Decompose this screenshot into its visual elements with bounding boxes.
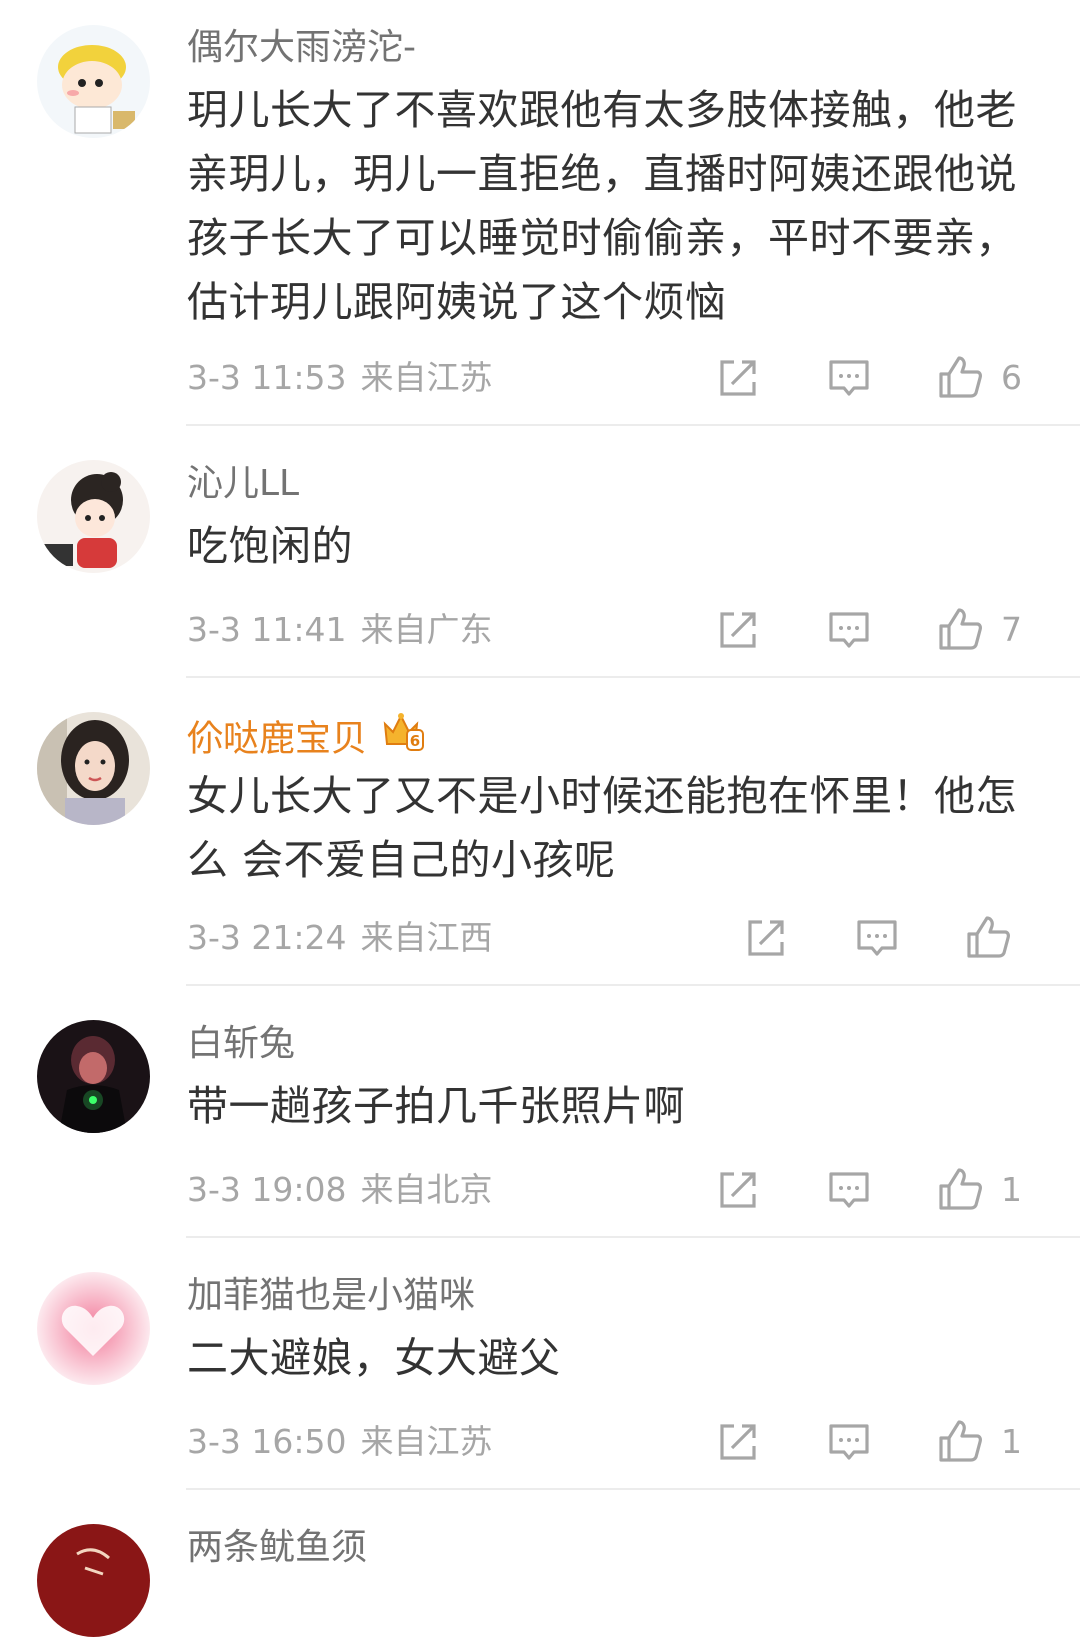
comment-location: 来自江苏 [360, 358, 493, 397]
username[interactable]: 白斩兔 [187, 1022, 295, 1066]
svg-text:6: 6 [410, 732, 420, 750]
avatar-image [37, 1272, 150, 1385]
avatar[interactable] [37, 712, 150, 825]
comment-text: 玥儿长大了不喜欢跟他有太多肢体接触，他老亲玥儿，玥儿一直拒绝，直播时阿姨还跟他说… [187, 86, 1017, 326]
comment-time: 3-3 16:50 [187, 1422, 347, 1461]
share-icon [720, 612, 756, 648]
username-text: 伱哒鹿宝贝 [187, 718, 368, 760]
share-icon [748, 920, 784, 956]
comment-location: 来自江西 [360, 918, 493, 957]
like-count: 1 [1001, 1422, 1022, 1461]
username[interactable]: 沁儿LL [187, 462, 299, 506]
comment-meta: 3-3 21:24 来自江西 [187, 918, 493, 958]
like-icon [967, 916, 1010, 958]
like-icon [939, 356, 982, 398]
avatar-image [37, 460, 150, 573]
like-button[interactable] [937, 606, 983, 652]
vip-crown-icon: 6 [381, 710, 425, 763]
share-icon [720, 1172, 756, 1208]
like-button[interactable] [937, 1166, 983, 1212]
comment-icon [857, 920, 897, 956]
comment-text: 二大避娘，女大避父 [187, 1334, 561, 1382]
comment-location: 来自江苏 [360, 1422, 493, 1461]
comment-time: 3-3 21:24 [187, 918, 347, 957]
comment-icon [829, 1172, 869, 1208]
comment-button[interactable] [827, 1168, 871, 1212]
avatar-image [37, 712, 150, 825]
comment-time: 3-3 11:53 [187, 358, 347, 397]
share-button[interactable] [716, 1420, 760, 1464]
divider [186, 984, 1080, 986]
divider [186, 424, 1080, 426]
share-icon [720, 360, 756, 396]
username[interactable]: 加菲猫也是小猫咪 [187, 1274, 475, 1318]
comment-time: 3-3 11:41 [187, 610, 347, 649]
avatar[interactable] [37, 1020, 150, 1133]
avatar[interactable] [37, 1272, 150, 1385]
comment-time: 3-3 19:08 [187, 1170, 347, 1209]
avatar-image [37, 25, 150, 138]
comment-location: 来自广东 [360, 610, 493, 649]
avatar-image [37, 1524, 150, 1637]
comment-button[interactable] [827, 356, 871, 400]
share-button[interactable] [716, 356, 760, 400]
like-button[interactable] [965, 914, 1011, 960]
avatar-image [37, 1020, 150, 1133]
comment-meta: 3-3 19:08 来自北京 [187, 1170, 493, 1210]
comment-button[interactable] [827, 1420, 871, 1464]
like-count: 7 [1001, 610, 1022, 649]
comment-text: 女儿长大了又不是小时候还能抱在怀里！他怎么 会不爱自己的小孩呢 [187, 772, 1017, 884]
comment-icon [829, 360, 869, 396]
like-count: 6 [1001, 358, 1022, 397]
like-icon [939, 1420, 982, 1462]
comment-button[interactable] [827, 608, 871, 652]
avatar[interactable] [37, 25, 150, 138]
like-icon [939, 1168, 982, 1210]
comment-icon [829, 612, 869, 648]
comment-text: 带一趟孩子拍几千张照片啊 [187, 1082, 685, 1130]
share-icon [720, 1424, 756, 1460]
like-button[interactable] [937, 354, 983, 400]
share-button[interactable] [716, 1168, 760, 1212]
share-button[interactable] [744, 916, 788, 960]
share-button[interactable] [716, 608, 760, 652]
comment-location: 来自北京 [360, 1170, 493, 1209]
comment-button[interactable] [855, 916, 899, 960]
comment-meta: 3-3 16:50 来自江苏 [187, 1422, 493, 1462]
divider [186, 1236, 1080, 1238]
comment-meta: 3-3 11:53 来自江苏 [187, 358, 493, 398]
like-icon [939, 608, 982, 650]
divider [186, 676, 1080, 678]
username[interactable]: 伱哒鹿宝贝 6 [187, 713, 425, 767]
comment-text: 吃饱闲的 [187, 522, 353, 570]
comment-icon [829, 1424, 869, 1460]
like-count: 1 [1001, 1170, 1022, 1209]
divider [186, 1488, 1080, 1490]
avatar[interactable] [37, 1524, 150, 1637]
avatar[interactable] [37, 460, 150, 573]
username[interactable]: 偶尔大雨滂沱- [187, 26, 416, 70]
like-button[interactable] [937, 1418, 983, 1464]
username[interactable]: 两条鱿鱼须 [187, 1526, 367, 1570]
comment-meta: 3-3 11:41 来自广东 [187, 610, 493, 650]
